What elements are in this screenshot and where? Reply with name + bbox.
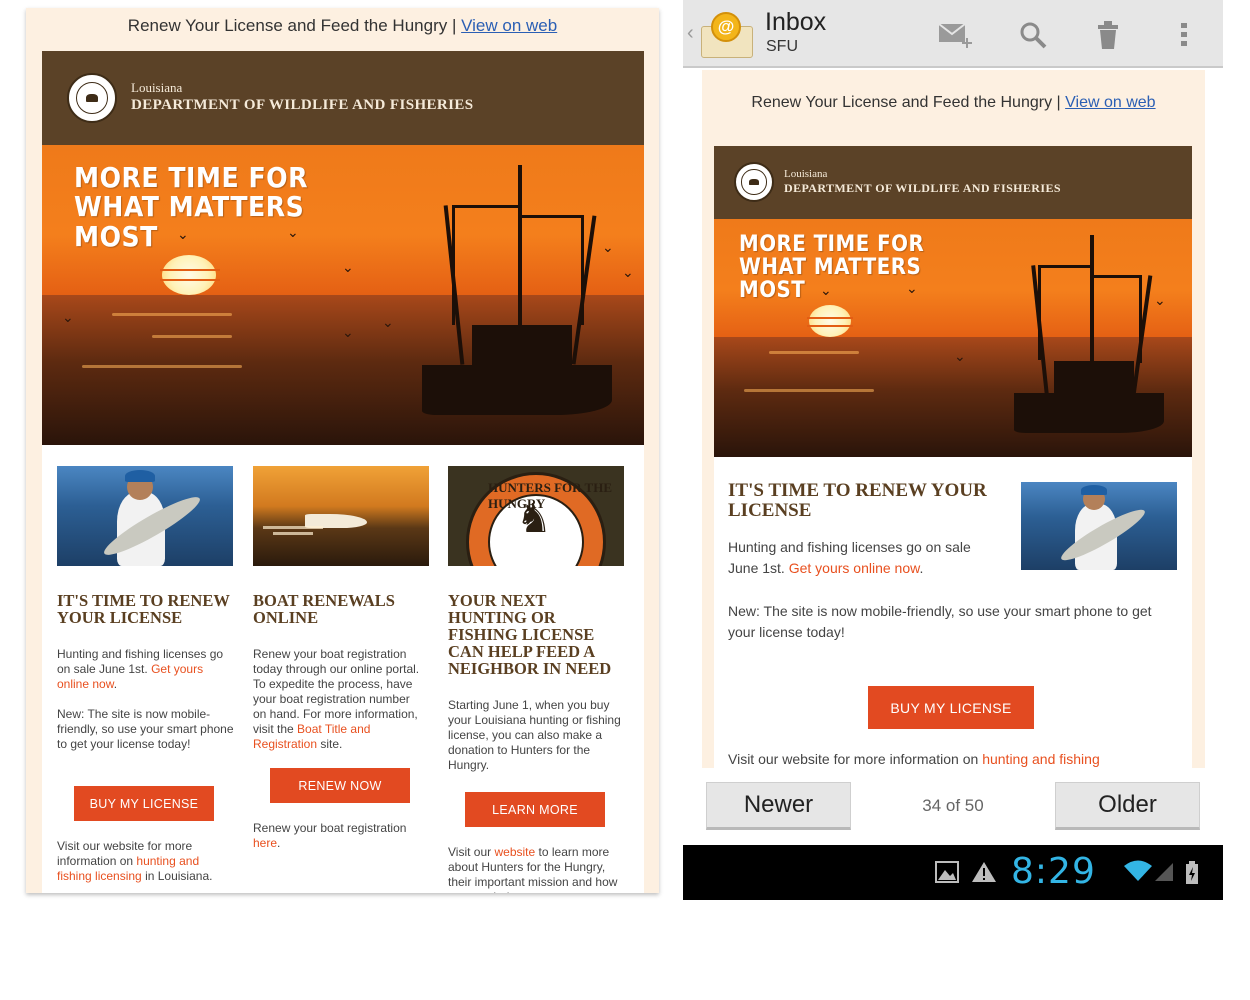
wifi-icon — [1123, 859, 1153, 888]
renew-here-link[interactable]: here — [253, 836, 277, 850]
mobile-hero-headline: MORE TIME FOR WHAT MATTERS MOST — [739, 232, 925, 304]
col3-paragraph: Starting June 1, when you buy your Louis… — [448, 698, 621, 772]
department-seal-icon — [67, 73, 117, 123]
mobile-paragraph: Hunting and fishing licenses go on sale … — [728, 539, 971, 576]
col3-heading: YOUR NEXT HUNTING OR FISHING LICENSE CAN… — [448, 591, 612, 678]
newer-button[interactable]: Newer — [706, 782, 851, 830]
bird-icon: ⌄ — [342, 259, 354, 275]
inbox-title: Inbox — [765, 8, 827, 36]
search-icon[interactable] — [1015, 18, 1051, 52]
message-count: 34 of 50 — [922, 796, 984, 815]
mobile-preheader-text: Renew Your License and Feed the Hungry | — [751, 94, 1061, 111]
mobile-email-body: Renew Your License and Feed the Hungry |… — [702, 70, 1205, 768]
renew-now-button[interactable]: RENEW NOW — [270, 768, 410, 803]
sun-shape — [162, 255, 216, 295]
col2-footer: Renew your boat registration here. — [253, 821, 407, 850]
mobile-department-banner: Louisiana DEPARTMENT OF WILDLIFE AND FIS… — [714, 146, 1192, 219]
bird-icon: ⌄ — [382, 314, 394, 330]
overflow-menu-icon[interactable] — [1166, 18, 1202, 52]
delete-icon[interactable] — [1090, 18, 1126, 52]
bird-icon: ⌄ — [342, 324, 354, 340]
battery-icon — [1185, 861, 1199, 890]
banner-department: DEPARTMENT OF WILDLIFE AND FISHERIES — [131, 97, 474, 113]
mobile-boat-silhouette — [1014, 235, 1164, 440]
mobile-footer: Visit our website for more information o… — [728, 751, 1100, 767]
col1-paragraph: Hunting and fishing licenses go on sale … — [57, 647, 224, 691]
fisherman-photo — [57, 466, 233, 566]
preheader: Renew Your License and Feed the Hungry |… — [26, 16, 659, 36]
col3-footer: Visit our website to learn more about Hu… — [448, 845, 618, 893]
col1-footer: Visit our website for more information o… — [57, 839, 213, 883]
mobile-content: IT'S TIME TO RENEW YOUR LICENSE Hunting … — [714, 457, 1192, 768]
back-chevron-icon[interactable]: ‹ — [687, 22, 694, 45]
bird-icon: ⌄ — [62, 309, 74, 325]
mobile-hero-sunset-image: ⌄ ⌄ ⌄ ⌄ MORE TIME FOR WHAT MATTERS MOST — [714, 219, 1192, 457]
mobile-banner-state: Louisiana — [784, 168, 828, 180]
email-content: IT'S TIME TO RENEW YOUR LICENSE Hunting … — [42, 445, 644, 893]
hunters-website-link[interactable]: website — [494, 845, 535, 859]
bird-icon: ⌄ — [602, 239, 614, 255]
banner-state: Louisiana — [131, 80, 183, 95]
account-name: SFU — [766, 38, 798, 55]
desktop-email-preview: Renew Your License and Feed the Hungry |… — [26, 8, 659, 893]
hero-headline: MORE TIME FOR WHAT MATTERS MOST — [74, 161, 308, 253]
department-banner: Louisiana DEPARTMENT OF WILDLIFE AND FIS… — [42, 51, 644, 145]
mobile-department-seal-icon — [734, 162, 774, 202]
col1-mobile-note: New: The site is now mobile-friendly, so… — [57, 707, 234, 751]
compose-icon[interactable] — [937, 18, 973, 52]
warning-icon — [971, 861, 997, 888]
mobile-email-preview: ‹ @ Inbox SFU Renew Your License and Fee… — [683, 0, 1223, 900]
mobile-note: New: The site is now mobile-friendly, so… — [728, 603, 1152, 640]
col1-heading: IT'S TIME TO RENEW YOUR LICENSE — [57, 591, 230, 627]
mobile-buy-my-license-button[interactable]: BUY MY LICENSE — [868, 686, 1034, 729]
older-button[interactable]: Older — [1055, 782, 1200, 830]
action-bar: ‹ @ Inbox SFU — [683, 0, 1223, 68]
mobile-fisherman-photo — [1021, 482, 1177, 570]
learn-more-button[interactable]: LEARN MORE — [465, 792, 605, 827]
mobile-banner-department: DEPARTMENT OF WILDLIFE AND FISHERIES — [784, 181, 1061, 195]
buy-my-license-button[interactable]: BUY MY LICENSE — [74, 786, 214, 821]
speedboat-photo — [253, 466, 429, 566]
bird-icon: ⌄ — [622, 264, 634, 280]
hunters-for-the-hungry-logo: ♞ HUNTERS FOR THE HUNGRY — [448, 466, 624, 566]
mobile-view-on-web-link[interactable]: View on web — [1065, 94, 1155, 111]
view-on-web-link[interactable]: View on web — [461, 16, 557, 35]
status-clock: 8:29 — [1011, 851, 1096, 892]
hunters-badge-text: HUNTERS FOR THE HUNGRY — [488, 480, 613, 511]
mobile-get-yours-online-link[interactable]: Get yours online now — [789, 560, 920, 576]
col2-heading: BOAT RENEWALS ONLINE — [253, 591, 395, 627]
signal-icon — [1153, 861, 1175, 888]
mobile-heading: IT'S TIME TO RENEW YOUR LICENSE — [728, 480, 987, 521]
mobile-preheader: Renew Your License and Feed the Hungry |… — [702, 94, 1205, 112]
message-navigation: Newer 34 of 50 Older — [683, 768, 1223, 845]
mobile-hunting-fishing-link[interactable]: hunting and fishing — [982, 751, 1100, 767]
preheader-text: Renew Your License and Feed the Hungry | — [127, 16, 457, 35]
col2-paragraph: Renew your boat registration today throu… — [253, 647, 420, 751]
hero-sunset-image: ⌄ ⌄ ⌄ ⌄ ⌄ ⌄ ⌄ ⌄ MORE TIME FOR WHAT MATTE… — [42, 145, 644, 445]
status-bar: 8:29 — [683, 845, 1223, 900]
email-app-icon[interactable]: @ — [701, 12, 753, 58]
image-notification-icon — [935, 861, 959, 888]
shrimp-boat-silhouette — [422, 165, 612, 425]
